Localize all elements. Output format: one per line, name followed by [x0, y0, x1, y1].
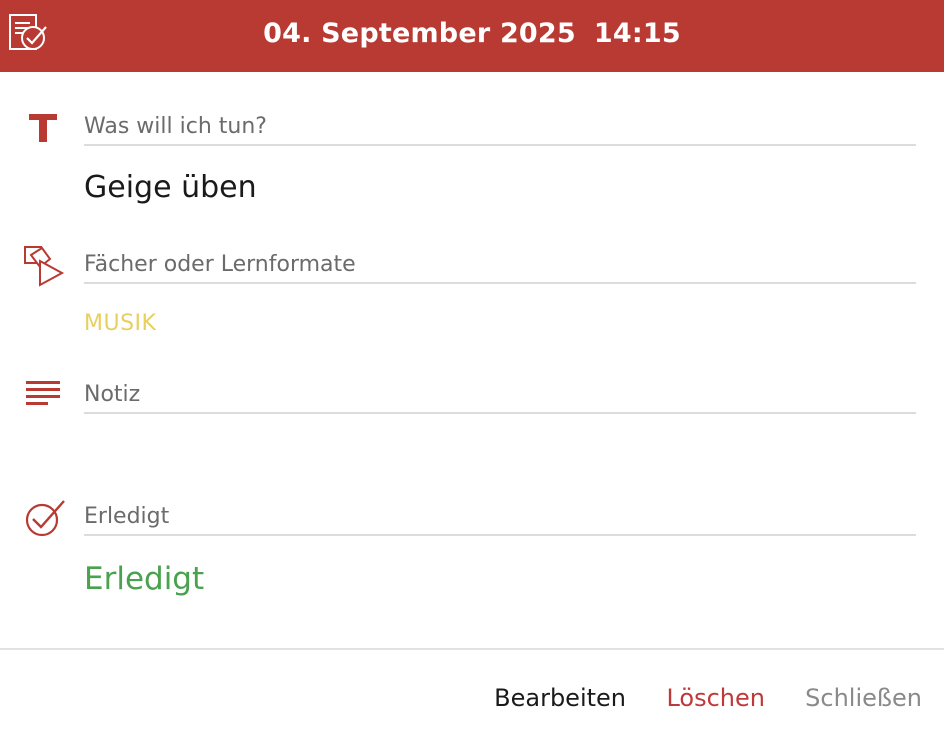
subject-value: MUSIK	[84, 311, 157, 336]
header-date: 04. September 2025	[263, 18, 576, 49]
footer-divider	[0, 648, 944, 650]
subjects-shapes-icon	[24, 246, 65, 287]
check-circle-icon	[25, 500, 65, 537]
done-field-label: Erledigt	[84, 504, 170, 529]
done-value: Erledigt	[84, 561, 205, 597]
lines-note-icon	[26, 381, 60, 405]
task-detail-dialog: 04. September 2025 14:15 Was will ich tun…	[0, 0, 944, 738]
header-bar: 04. September 2025 14:15	[0, 0, 944, 72]
note-field-underline	[84, 412, 916, 414]
text-t-icon	[29, 114, 57, 142]
title-field-label: Was will ich tun?	[84, 114, 267, 139]
delete-button[interactable]: Löschen	[666, 683, 765, 713]
subject-field-underline	[84, 282, 916, 284]
title-value: Geige üben	[84, 170, 257, 205]
edit-button[interactable]: Bearbeiten	[494, 683, 626, 713]
page-title: 04. September 2025 14:15	[0, 17, 944, 51]
title-field-underline	[84, 144, 916, 146]
subject-field-label: Fächer oder Lernformate	[84, 252, 356, 277]
note-field-label: Notiz	[84, 382, 141, 407]
done-field-underline	[84, 534, 916, 536]
header-time: 14:15	[593, 18, 681, 49]
close-button[interactable]: Schließen	[805, 683, 922, 713]
